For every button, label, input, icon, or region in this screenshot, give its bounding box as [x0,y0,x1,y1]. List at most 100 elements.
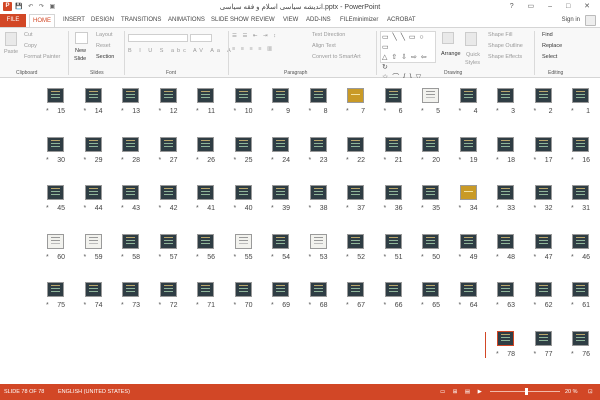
slide-thumbnail[interactable] [159,185,177,200]
view-buttons[interactable]: ▭ ⊞ ▤ ▶ [440,384,485,400]
slide-thumbnail[interactable] [497,185,514,200]
slide-thumbnail[interactable] [534,88,552,103]
slide-thumbnail[interactable] [347,233,364,249]
slide-thumbnail[interactable] [197,136,214,152]
tab-review[interactable]: REVIEW [248,14,278,27]
slide-thumbnail[interactable] [122,185,139,200]
quick-styles-icon[interactable] [465,32,477,46]
slide-thumbnail[interactable] [384,233,402,249]
slide-thumbnail[interactable] [272,185,289,200]
slide-thumbnail[interactable] [272,136,289,152]
arrange-button[interactable]: Arrange [441,51,461,57]
find-button[interactable]: Find [542,32,553,38]
sign-in-link[interactable]: Sign in [562,17,580,23]
slide-thumbnail[interactable] [309,88,327,103]
fit-slide-icon[interactable]: ⊡ [588,384,593,400]
slide-thumbnail[interactable] [459,185,477,200]
slide-thumbnail[interactable] [384,136,402,152]
slide-thumbnail[interactable] [459,88,477,103]
slide-thumbnail[interactable] [572,282,589,297]
slide-thumbnail[interactable] [234,185,252,200]
slide-thumbnail[interactable] [347,282,364,297]
list-buttons[interactable]: ☰ ☰ ⇤ ⇥ ↕ [232,33,278,39]
tab-file[interactable]: FILE [0,14,26,27]
slide-thumbnail[interactable] [47,88,64,103]
language-indicator[interactable]: ENGLISH (UNITED STATES) [58,384,130,400]
slide-thumbnail[interactable] [497,330,514,346]
arrange-icon[interactable] [442,32,454,44]
slide-thumbnail[interactable] [84,136,102,152]
slide-thumbnail[interactable] [534,233,552,249]
convert-smartart-button[interactable]: Convert to SmartArt [312,54,361,60]
tab-slide-show[interactable]: SLIDE SHOW [208,14,252,27]
align-buttons[interactable]: ≡ ≡ ≡ ≡ ▥ [232,46,274,52]
layout-button[interactable]: Layout [96,32,113,38]
slide-thumbnail[interactable] [422,282,439,297]
slide-thumbnail[interactable] [422,88,439,103]
slide-thumbnail[interactable] [497,88,514,103]
quick-styles-button[interactable]: Quick [466,52,480,58]
new-slide-button-label[interactable]: Slide [74,56,86,62]
slide-thumbnail[interactable] [347,185,364,200]
font-format-buttons[interactable]: B I U S abc AV Aa A [128,48,234,54]
copy-button[interactable]: Copy [24,43,37,49]
reset-button[interactable]: Reset [96,43,110,49]
select-button[interactable]: Select [542,54,557,60]
slide-thumbnail[interactable] [159,282,177,297]
slide-thumbnail[interactable] [197,88,214,103]
slide-thumbnail[interactable] [422,185,439,200]
tab-home[interactable]: HOME [29,14,55,27]
section-button[interactable]: Section [96,54,114,60]
tab-transitions[interactable]: TRANSITIONS [118,14,164,27]
slide-thumbnail[interactable] [159,88,177,103]
paste-icon[interactable] [5,32,17,46]
slide-thumbnail[interactable] [234,88,252,103]
paste-button[interactable]: Paste [4,49,18,55]
slide-thumbnail[interactable] [572,330,589,346]
slide-thumbnail[interactable] [234,233,252,249]
slide-thumbnail[interactable] [197,233,214,249]
slide-thumbnail[interactable] [497,136,514,152]
slide-thumbnail[interactable] [122,88,139,103]
slide-thumbnail[interactable] [497,282,514,297]
slide-thumbnail[interactable] [197,185,214,200]
slide-sorter[interactable]: * 1 * 2 * 3 * 4 * 5 * 6 * 7 * 8 * 9 * 10 * 11 * 12 * 13 * 14 * 15 * 16 *… [0,78,600,384]
slide-thumbnail[interactable] [384,185,402,200]
slide-thumbnail[interactable] [309,185,327,200]
font-size-combo[interactable] [190,34,212,42]
slide-thumbnail[interactable] [122,136,139,152]
slide-thumbnail[interactable] [347,88,364,103]
slide-thumbnail[interactable] [197,282,214,297]
avatar[interactable] [585,15,596,26]
slide-thumbnail[interactable] [47,136,64,152]
tab-add-ins[interactable]: ADD-INS [303,14,334,27]
slide-thumbnail[interactable] [84,233,102,249]
tab-animations[interactable]: ANIMATIONS [165,14,208,27]
slide-thumbnail[interactable] [572,88,589,103]
slide-thumbnail[interactable] [84,88,102,103]
slide-thumbnail[interactable] [459,136,477,152]
slide-thumbnail[interactable] [47,282,64,297]
slide-thumbnail[interactable] [572,185,589,200]
text-direction-button[interactable]: Text Direction [312,32,345,38]
replace-button[interactable]: Replace [542,43,562,49]
slide-thumbnail[interactable] [84,185,102,200]
slide-thumbnail[interactable] [309,233,327,249]
slide-thumbnail[interactable] [272,282,289,297]
tab-acrobat[interactable]: ACROBAT [384,14,419,27]
slide-thumbnail[interactable] [47,185,64,200]
shapes-gallery[interactable]: ▭ ╲ ╲ ▭ ○ ▭△ ⇧ ⇩ ⇨ ⇦ ↻☆ ⌒ { } ▽ [380,31,436,81]
shape-fill-button[interactable]: Shape Fill [488,32,512,38]
slide-thumbnail[interactable] [234,282,252,297]
new-slide-icon[interactable] [75,32,88,44]
slide-thumbnail[interactable] [497,233,514,249]
slide-thumbnail[interactable] [459,233,477,249]
slide-thumbnail[interactable] [309,136,327,152]
slide-thumbnail[interactable] [309,282,327,297]
format-painter-button[interactable]: Format Painter [24,54,60,60]
slide-thumbnail[interactable] [84,282,102,297]
slide-thumbnail[interactable] [122,233,139,249]
shape-outline-button[interactable]: Shape Outline [488,43,523,49]
new-slide-button[interactable]: New [75,48,86,54]
slide-thumbnail[interactable] [534,330,552,346]
